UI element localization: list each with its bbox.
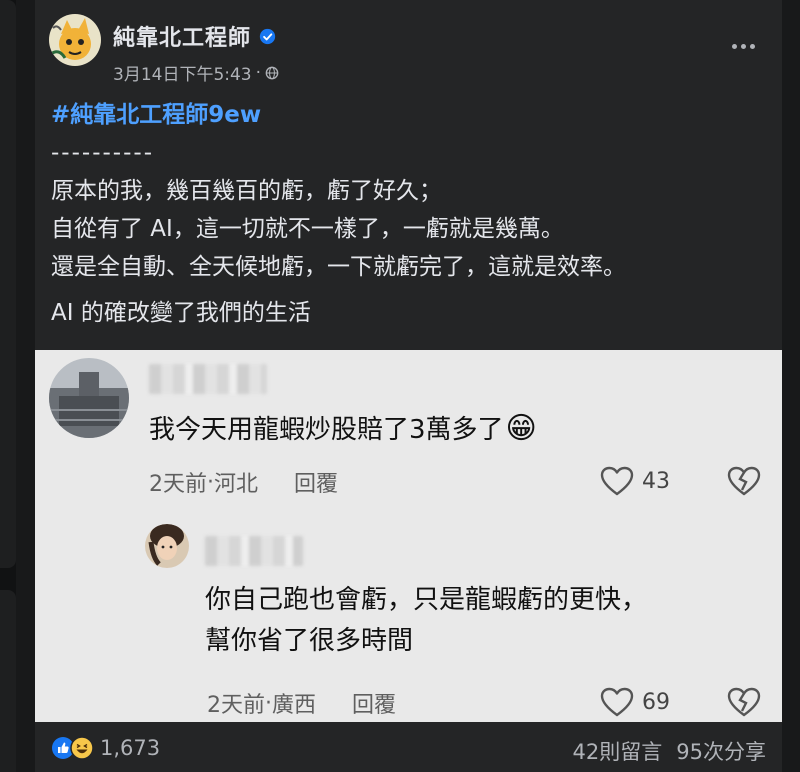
engagement-stats: 42則留言 95次分享	[573, 736, 766, 766]
like-button[interactable]: 69	[600, 687, 670, 717]
reply-meta: 2天前 · 廣西 回覆	[207, 687, 396, 719]
reaction-count: 1,673	[100, 736, 161, 760]
like-count: 43	[642, 468, 670, 494]
post-meta: 3月14日下午5:43 ·	[113, 60, 279, 85]
comment-time[interactable]: 2天前	[149, 466, 207, 498]
more-options-button[interactable]	[728, 36, 758, 56]
blurred-commenter-name	[149, 364, 267, 394]
verified-badge-icon	[259, 28, 276, 44]
broken-heart-icon[interactable]	[727, 687, 761, 717]
post-closing-line: AI 的確改變了我們的生活	[51, 300, 311, 326]
reply-line: 你自己跑也會虧，只是龍蝦虧的更快，	[205, 585, 648, 615]
grinning-emoji-icon: 😁	[505, 411, 537, 446]
heart-icon	[600, 466, 634, 496]
comment-meta: 2天前 · 河北 回覆	[149, 466, 338, 498]
shares-count-link[interactable]: 95次分享	[676, 736, 766, 766]
author-row: 純靠北工程師	[113, 20, 276, 52]
comment-screenshot: 我今天用龍蝦炒股賠了3萬多了😁 2天前 · 河北 回覆 43 你自己跑也會虧，只…	[35, 350, 782, 722]
comment-text: 我今天用龍蝦炒股賠了3萬多了😁	[149, 408, 537, 451]
reply-time[interactable]: 2天前	[207, 687, 265, 719]
avatar-image	[49, 14, 101, 66]
post-line: 還是全自動、全天候地虧，一下就虧完了，這就是效率。	[51, 254, 626, 280]
left-card-edge	[0, 0, 16, 568]
post-body: #純靠北工程師9ew ---------- 原本的我，幾百幾百的虧，虧了好久； …	[51, 96, 771, 332]
post-divider-text: ----------	[51, 140, 154, 166]
globe-icon	[265, 66, 279, 79]
meta-separator: ·	[265, 690, 272, 716]
dot-icon	[740, 43, 746, 49]
comment-location: 河北	[214, 472, 259, 497]
replier-avatar[interactable]	[145, 524, 189, 568]
reply-button[interactable]: 回覆	[352, 687, 396, 719]
avatar-image	[145, 524, 189, 568]
post-line: 原本的我，幾百幾百的虧，虧了好久；	[51, 178, 442, 204]
post-line: 自從有了 AI，這一切就不一樣了，一虧就是幾萬。	[51, 216, 564, 242]
blurred-replier-name	[205, 536, 303, 566]
reaction-summary[interactable]: 1,673	[51, 736, 160, 760]
reply-location: 廣西	[272, 693, 317, 718]
meta-separator: ·	[255, 62, 262, 83]
reply-button[interactable]: 回覆	[294, 466, 338, 498]
post-card: 純靠北工程師 3月14日下午5:43 · #純靠北工程師9ew --------…	[35, 0, 782, 772]
post-hashtag[interactable]: #純靠北工程師9ew	[51, 96, 771, 134]
dot-icon	[731, 43, 737, 49]
commenter-avatar[interactable]	[49, 358, 129, 438]
comments-count-link[interactable]: 42則留言	[573, 736, 663, 766]
reply-line: 幫你省了很多時間	[205, 626, 414, 656]
post-footer: 1,673 42則留言 95次分享	[35, 722, 782, 772]
meta-separator: ·	[207, 469, 214, 495]
author-avatar[interactable]	[49, 14, 101, 66]
like-button[interactable]: 43	[600, 466, 670, 496]
haha-reaction-icon	[70, 736, 94, 760]
comment-body: 我今天用龍蝦炒股賠了3萬多了	[149, 415, 504, 445]
like-count: 69	[642, 689, 670, 715]
left-card-edge	[0, 590, 16, 772]
post-header: 純靠北工程師 3月14日下午5:43 ·	[35, 0, 782, 96]
author-name[interactable]: 純靠北工程師	[113, 20, 251, 52]
post-timestamp[interactable]: 3月14日下午5:43	[113, 60, 252, 85]
heart-icon	[600, 687, 634, 717]
reply-text: 你自己跑也會虧，只是龍蝦虧的更快， 幫你省了很多時間	[205, 580, 647, 662]
avatar-image	[49, 358, 129, 438]
dot-icon	[749, 43, 755, 49]
broken-heart-icon[interactable]	[727, 466, 761, 496]
